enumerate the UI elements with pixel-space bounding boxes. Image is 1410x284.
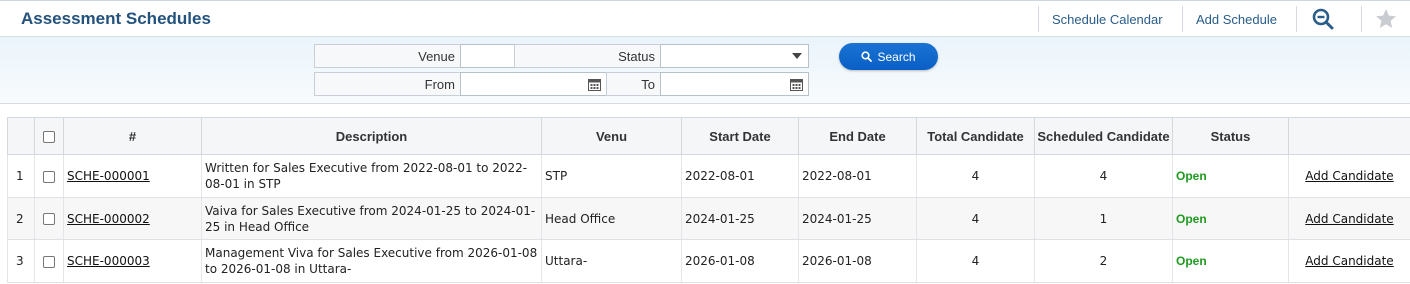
scheduled-candidate-cell: 1: [1034, 197, 1173, 240]
row-checkbox[interactable]: [43, 170, 55, 183]
status-select[interactable]: [660, 44, 809, 68]
star-icon[interactable]: [1374, 7, 1398, 31]
status-badge: Open: [1176, 254, 1207, 268]
divider: [1361, 6, 1362, 32]
row-checkbox[interactable]: [43, 255, 55, 268]
schedule-code-link[interactable]: SCHE-000003: [67, 254, 150, 268]
description-cell: Written for Sales Executive from 2022-08…: [201, 154, 542, 198]
code-cell: SCHE-000002: [63, 197, 202, 240]
venu-cell: Head Office: [541, 197, 682, 240]
action-cell: Add Candidate: [1288, 197, 1410, 240]
venu-cell: Uttara-: [541, 239, 682, 283]
column-header-start-date[interactable]: Start Date: [681, 117, 799, 155]
search-icon: [861, 51, 873, 62]
filter-panel: Venue Status From To Search: [0, 37, 1410, 104]
venue-input[interactable]: [460, 44, 515, 68]
search-button[interactable]: Search: [839, 43, 938, 70]
status-cell: Open: [1172, 239, 1289, 283]
start-date-cell: 2024-01-25: [681, 197, 799, 240]
row-select-cell: [34, 154, 64, 198]
venu-cell: STP: [541, 154, 682, 198]
row-index: 3: [7, 239, 35, 283]
description-cell: Vaiva for Sales Executive from 2024-01-2…: [201, 197, 542, 240]
column-header-total-candidate[interactable]: Total Candidate: [916, 117, 1035, 155]
select-all-checkbox[interactable]: [43, 131, 55, 144]
status-cell: Open: [1172, 197, 1289, 240]
end-date-cell: 2024-01-25: [798, 197, 917, 240]
add-candidate-link[interactable]: Add Candidate: [1305, 212, 1393, 226]
add-candidate-link[interactable]: Add Candidate: [1305, 169, 1393, 183]
schedule-code-link[interactable]: SCHE-000001: [67, 169, 150, 183]
row-index: 2: [7, 197, 35, 240]
column-header-status[interactable]: Status: [1172, 117, 1289, 155]
start-date-cell: 2026-01-08: [681, 239, 799, 283]
total-candidate-cell: 4: [916, 154, 1035, 198]
zoom-out-icon[interactable]: [1311, 7, 1335, 31]
search-button-label: Search: [877, 49, 916, 64]
table-row: 1 SCHE-000001 Written for Sales Executiv…: [7, 154, 1410, 198]
total-candidate-cell: 4: [916, 197, 1035, 240]
calendar-icon[interactable]: [588, 78, 601, 91]
code-cell: SCHE-000001: [63, 154, 202, 198]
code-cell: SCHE-000003: [63, 239, 202, 283]
total-candidate-cell: 4: [916, 239, 1035, 283]
page-title: Assessment Schedules: [21, 9, 211, 28]
divider: [1038, 6, 1039, 32]
to-label: To: [606, 72, 661, 96]
scheduled-candidate-cell: 4: [1034, 154, 1173, 198]
header-bar: Assessment Schedules Schedule Calendar A…: [0, 0, 1410, 37]
calendar-icon[interactable]: [790, 78, 803, 91]
chevron-down-icon: [792, 53, 802, 59]
status-label: Status: [514, 44, 661, 68]
end-date-cell: 2026-01-08: [798, 239, 917, 283]
row-checkbox[interactable]: [43, 213, 55, 225]
status-badge: Open: [1176, 169, 1207, 183]
add-candidate-link[interactable]: Add Candidate: [1305, 254, 1393, 268]
column-header-description[interactable]: Description: [201, 117, 542, 155]
status-cell: Open: [1172, 154, 1289, 198]
table-row: 3 SCHE-000003 Management Viva for Sales …: [7, 239, 1410, 283]
from-label: From: [314, 72, 461, 96]
row-select-cell: [34, 239, 64, 283]
column-header-end-date[interactable]: End Date: [798, 117, 917, 155]
row-index: 1: [7, 154, 35, 198]
from-date-input[interactable]: [460, 72, 607, 96]
to-date-input[interactable]: [660, 72, 809, 96]
column-header-scheduled-candidate[interactable]: Scheduled Candidate: [1034, 117, 1173, 155]
column-header-action: [1288, 117, 1410, 155]
schedule-code-link[interactable]: SCHE-000002: [67, 212, 150, 226]
row-number-header: [7, 117, 35, 155]
venue-label: Venue: [314, 44, 461, 68]
status-badge: Open: [1176, 211, 1207, 226]
action-cell: Add Candidate: [1288, 154, 1410, 198]
row-select-cell: [34, 197, 64, 240]
divider: [1296, 6, 1297, 32]
divider: [1182, 6, 1183, 32]
scheduled-candidate-cell: 2: [1034, 239, 1173, 283]
table-header-row: # Description Venu Start Date End Date T…: [7, 117, 1410, 155]
column-header-hash[interactable]: #: [63, 117, 202, 155]
end-date-cell: 2022-08-01: [798, 154, 917, 198]
start-date-cell: 2022-08-01: [681, 154, 799, 198]
column-header-venu[interactable]: Venu: [541, 117, 682, 155]
action-cell: Add Candidate: [1288, 239, 1410, 283]
schedule-calendar-link[interactable]: Schedule Calendar: [1052, 12, 1163, 27]
description-cell: Management Viva for Sales Executive from…: [201, 239, 542, 283]
select-all-header: [34, 117, 64, 155]
schedules-table: # Description Venu Start Date End Date T…: [7, 117, 1410, 283]
table-row: 2 SCHE-000002 Vaiva for Sales Executive …: [7, 197, 1410, 240]
add-schedule-link[interactable]: Add Schedule: [1196, 12, 1277, 27]
